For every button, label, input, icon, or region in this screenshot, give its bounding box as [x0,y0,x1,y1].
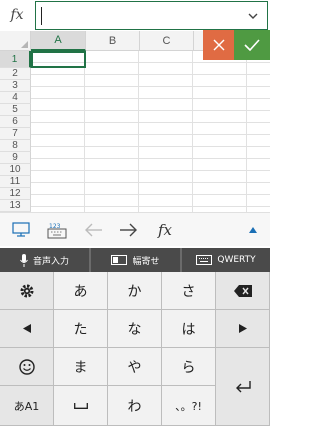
arrow-right-icon [120,223,137,237]
flick-keyboard: あ か さ た な は ま や ら あA1 わ 、。?! [0,272,270,426]
column-header-a[interactable]: A [31,31,86,51]
cursor-right-key[interactable] [216,310,270,348]
key-ya[interactable]: や [108,348,162,386]
row-header-8[interactable]: 8 [0,140,31,152]
monitor-icon [12,222,30,237]
align-width-icon [111,255,128,265]
row-header-7[interactable]: 7 [0,128,31,140]
space-key[interactable] [54,386,108,426]
selected-cell[interactable] [31,51,86,68]
cursor-left-key[interactable] [0,310,54,348]
key-ha[interactable]: は [162,310,216,348]
column-header-c[interactable]: C [140,31,194,51]
input-mode-key[interactable]: あA1 [0,386,54,426]
caret-right-icon [238,324,247,333]
row-header-6[interactable]: 6 [0,116,31,128]
shift-width-button[interactable]: 幅寄せ [91,248,180,272]
row-header-2[interactable]: 2 [0,68,31,80]
caret-left-icon [22,324,31,333]
key-sa[interactable]: さ [162,272,216,310]
backspace-key[interactable] [216,272,270,310]
key-ma[interactable]: ま [54,348,108,386]
row-header-5[interactable]: 5 [0,104,31,116]
cell-area[interactable] [31,51,270,220]
punctuation-label: 、。?! [175,399,202,413]
enter-key[interactable] [216,348,270,426]
row-header-9[interactable]: 9 [0,152,31,164]
row-header-13[interactable]: 13 [0,200,31,212]
gear-icon [20,284,33,297]
numeric-keyboard-icon: 123 [47,223,67,239]
formula-bar: fx [0,0,270,30]
space-icon [73,402,88,409]
qwerty-button[interactable]: QWERTY [182,248,270,272]
row-header-11[interactable]: 11 [0,176,31,188]
emoji-key[interactable] [0,348,54,386]
key-ka[interactable]: か [108,272,162,310]
microphone-icon [20,253,28,267]
qwerty-label: QWERTY [217,255,256,265]
row-header-10[interactable]: 10 [0,164,31,176]
move-right-button[interactable] [116,219,140,241]
smiley-icon [18,358,35,375]
key-a[interactable]: あ [54,272,108,310]
row-header-1[interactable]: 1 [0,51,31,68]
keyboard-switch-button[interactable]: 123 [44,219,70,241]
row-header-3[interactable]: 3 [0,80,31,92]
move-left-button[interactable] [82,219,106,241]
confirm-edit-button[interactable] [234,30,270,60]
select-all-corner[interactable] [0,31,31,51]
backspace-icon [233,284,252,297]
hide-keyboard-button[interactable] [8,219,34,241]
shift-width-label: 幅寄せ [132,256,160,267]
key-ta[interactable]: た [54,310,108,348]
corner-triangle-icon [21,41,28,48]
cancel-edit-button[interactable] [203,30,234,60]
arrow-left-icon [85,223,102,237]
chevron-down-icon[interactable] [248,11,258,21]
enter-icon [235,380,251,392]
input-mode-label: あA1 [13,399,40,413]
row-header-12[interactable]: 12 [0,188,31,200]
keyboard-icon [196,255,213,265]
key-punctuation[interactable]: 、。?! [162,386,216,426]
expand-toolbar-button[interactable] [244,219,262,241]
key-wa[interactable]: わ [108,386,162,426]
ime-toolbar: 音声入力 幅寄せ QWERTY [0,248,270,272]
voice-input-label: 音声入力 [32,256,69,267]
formula-input[interactable] [35,1,268,30]
settings-key[interactable] [0,272,54,310]
insert-function-button[interactable]: fx [154,219,176,241]
edit-toolbar: 123 fx [0,212,270,246]
row-header-4[interactable]: 4 [0,92,31,104]
key-ra[interactable]: ら [162,348,216,386]
key-na[interactable]: な [108,310,162,348]
insert-function-label[interactable]: fx [0,0,34,30]
check-icon [244,39,260,51]
column-header-b[interactable]: B [86,31,140,51]
caret-up-icon [249,227,257,233]
text-cursor [41,7,42,25]
voice-input-button[interactable]: 音声入力 [0,248,89,272]
close-icon [213,39,224,51]
